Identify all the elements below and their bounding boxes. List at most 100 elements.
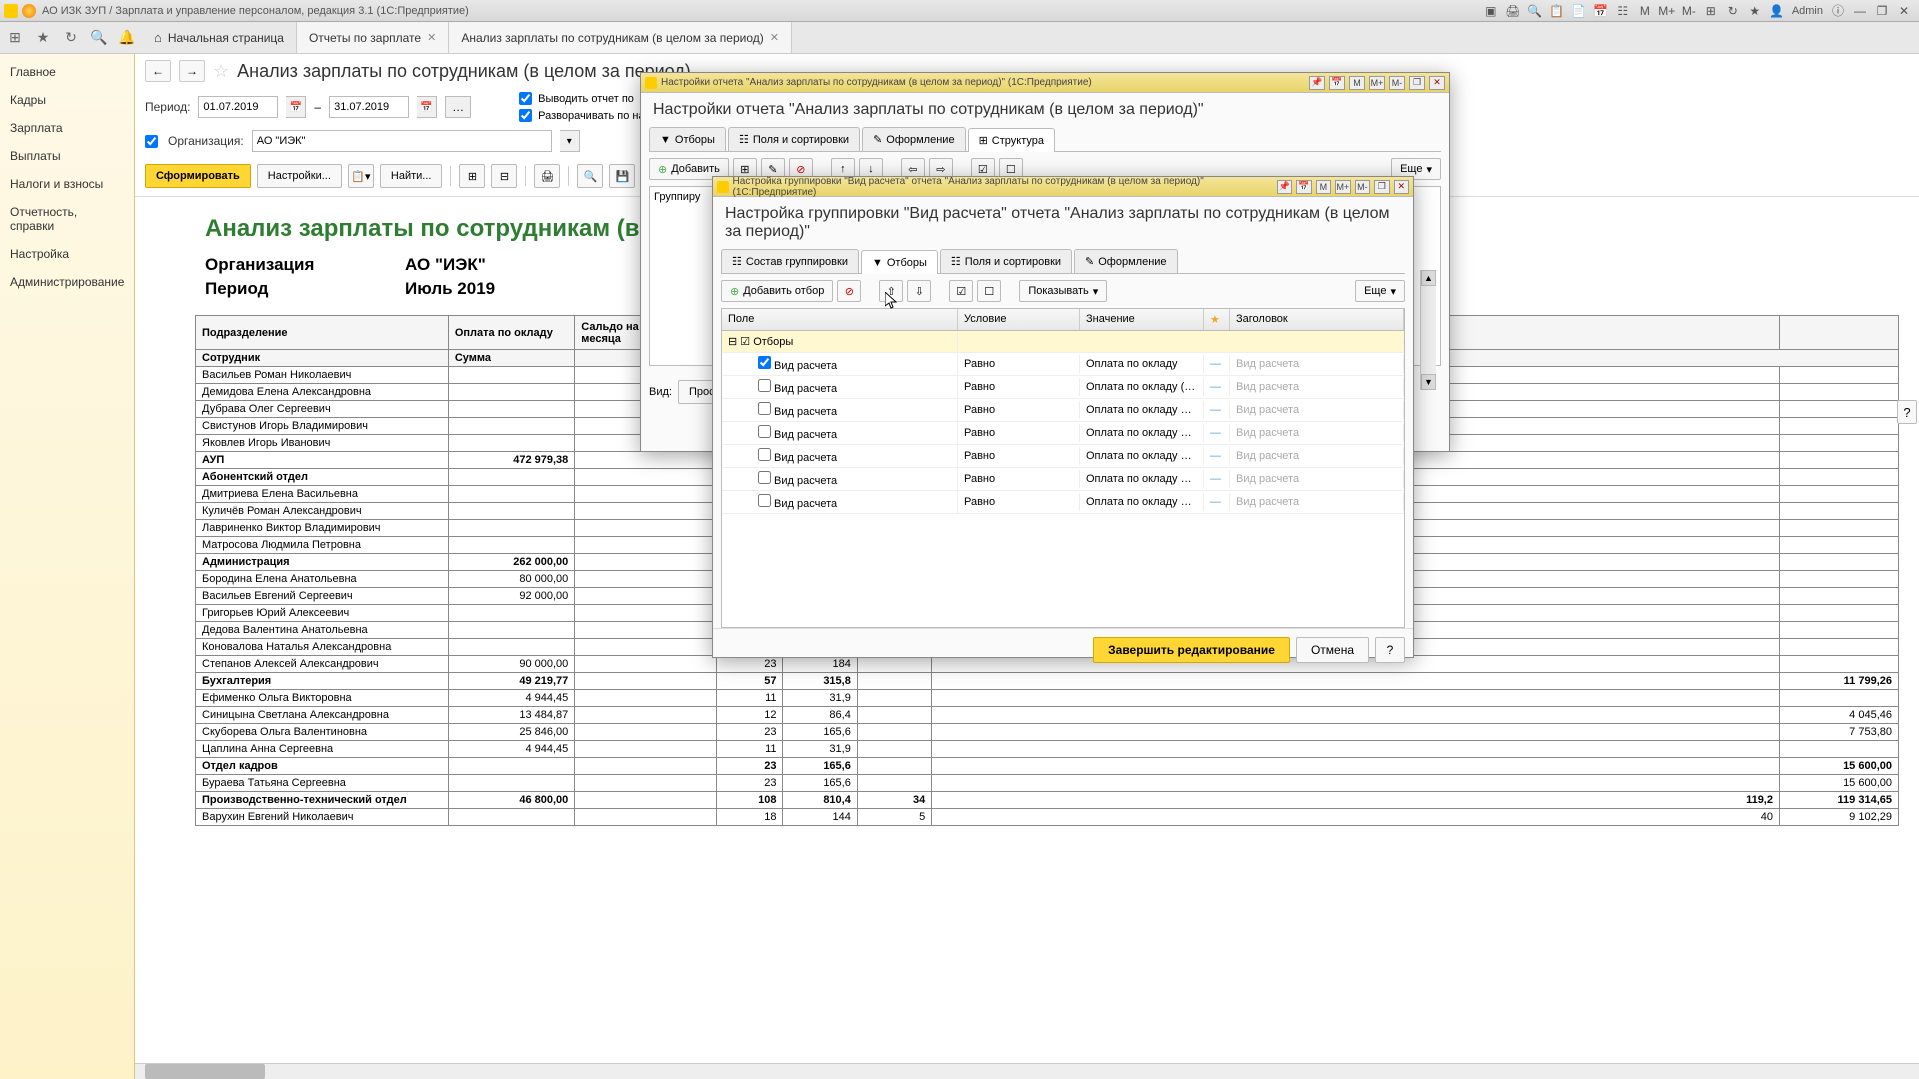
back-button[interactable]: ← <box>145 60 171 82</box>
minimize-icon[interactable]: — <box>1851 2 1869 20</box>
pin-icon[interactable]: 📌 <box>1277 180 1292 194</box>
sidebar-item-main[interactable]: Главное <box>0 58 134 86</box>
close-icon[interactable]: ✕ <box>770 31 779 44</box>
preview-icon[interactable]: 🔍 <box>577 164 603 188</box>
filter-checkbox[interactable] <box>758 379 771 392</box>
tree-node[interactable]: Группиру <box>654 191 700 203</box>
form-button[interactable]: Сформировать <box>145 164 251 188</box>
date-to-input[interactable] <box>329 96 409 118</box>
sidebar-item-zarplata[interactable]: Зарплата <box>0 114 134 142</box>
toolbar-icon[interactable]: 📄 <box>1570 2 1588 20</box>
close-icon[interactable]: ✕ <box>427 31 436 44</box>
finish-button[interactable]: Завершить редактирование <box>1093 637 1290 663</box>
m-button[interactable]: M <box>1349 76 1365 90</box>
user-icon[interactable]: 👤 <box>1768 2 1786 20</box>
toolbar-icon[interactable]: 🖨 <box>1504 2 1522 20</box>
add-filter-button[interactable]: ⊕Добавить отбор <box>721 280 833 302</box>
print-icon[interactable]: 🖨 <box>534 164 560 188</box>
close-icon[interactable]: ✕ <box>1394 180 1409 194</box>
filter-checkbox[interactable] <box>758 471 771 484</box>
collapse-all-icon[interactable]: ⊟ <box>491 164 517 188</box>
org-select[interactable] <box>252 130 552 152</box>
horizontal-scrollbar[interactable] <box>135 1063 1919 1079</box>
forward-button[interactable]: → <box>179 60 205 82</box>
bell-icon[interactable]: 🔔 <box>118 29 136 47</box>
tab-reports[interactable]: Отчеты по зарплате ✕ <box>297 22 449 53</box>
settings-button[interactable]: Настройки... <box>257 164 342 188</box>
sidebar-item-admin[interactable]: Администрирование <box>0 268 134 296</box>
delete-icon[interactable]: ⊘ <box>837 280 861 302</box>
toolbar-icon[interactable]: 📅 <box>1592 2 1610 20</box>
favorite-star-icon[interactable]: ☆ <box>213 61 229 82</box>
calendar-icon[interactable]: 📅 <box>286 96 306 118</box>
filter-row[interactable]: Вид расчетаРавноОплата по окладу—Вид рас… <box>722 353 1404 376</box>
tab-composition[interactable]: ☷Состав группировки <box>721 249 859 273</box>
sidebar-item-nastroyka[interactable]: Настройка <box>0 240 134 268</box>
filter-root-row[interactable]: ⊟ ☑ Отборы <box>722 331 1404 353</box>
toolbar-icon[interactable]: ☷ <box>1614 2 1632 20</box>
check-icon[interactable]: ☑ <box>949 280 973 302</box>
tab-home[interactable]: ⌂ Начальная страница <box>142 22 297 53</box>
toolbar-icon[interactable]: ▣ <box>1482 2 1500 20</box>
help-button[interactable]: ? <box>1897 400 1917 424</box>
help-button[interactable]: ? <box>1375 637 1405 663</box>
filter-checkbox[interactable] <box>758 402 771 415</box>
check-expand[interactable] <box>519 109 532 122</box>
toolbar-icon[interactable]: 📋 <box>1548 2 1566 20</box>
close-icon[interactable]: ✕ <box>1895 2 1913 20</box>
vertical-scrollbar[interactable]: ▲ ▼ <box>1420 270 1436 390</box>
mp-button[interactable]: M+ <box>1335 180 1350 194</box>
search-icon[interactable]: 🔍 <box>90 29 108 47</box>
filter-row[interactable]: Вид расчетаРавноОплата по окладу на 0…—В… <box>722 399 1404 422</box>
tab-fields[interactable]: ☷Поля и сортировки <box>728 127 860 151</box>
pin-icon[interactable]: 📌 <box>1309 76 1325 90</box>
down-icon[interactable]: ⇩ <box>907 280 931 302</box>
mp-button[interactable]: M+ <box>1369 76 1385 90</box>
date-from-input[interactable] <box>198 96 278 118</box>
toolbar-icon[interactable]: ⊞ <box>1702 2 1720 20</box>
period-select-button[interactable]: … <box>445 96 471 118</box>
uncheck-icon[interactable]: ☐ <box>977 280 1001 302</box>
scroll-up-icon[interactable]: ▲ <box>1421 270 1436 286</box>
maximize-icon[interactable]: ❐ <box>1409 76 1425 90</box>
mm-button[interactable]: M- <box>1355 180 1370 194</box>
filter-checkbox[interactable] <box>758 494 771 507</box>
calendar-icon[interactable]: 📅 <box>417 96 437 118</box>
variant-button[interactable]: 📋▾ <box>348 164 374 188</box>
tab-format[interactable]: ✎Оформление <box>1074 249 1178 273</box>
filter-checkbox[interactable] <box>758 448 771 461</box>
filter-checkbox[interactable] <box>758 356 771 369</box>
save-icon[interactable]: 💾 <box>609 164 635 188</box>
toolbar-text[interactable]: M- <box>1680 2 1698 20</box>
tab-structure[interactable]: ⊞Структура <box>968 128 1055 152</box>
filter-row[interactable]: Вид расчетаРавноОплата по окладу на 0…—В… <box>722 468 1404 491</box>
find-button[interactable]: Найти... <box>380 164 443 188</box>
star-icon[interactable]: ★ <box>34 29 52 47</box>
sidebar-item-otchet[interactable]: Отчетность, справки <box>0 198 134 240</box>
dropdown-icon[interactable]: ▾ <box>560 130 580 152</box>
filter-row[interactable]: Вид расчетаРавноОплата по окладу на 0…—В… <box>722 491 1404 514</box>
maximize-icon[interactable]: ❐ <box>1873 2 1891 20</box>
expand-all-icon[interactable]: ⊞ <box>459 164 485 188</box>
apps-grid-icon[interactable]: ⊞ <box>6 29 24 47</box>
favorites-icon[interactable]: ★ <box>1746 2 1764 20</box>
sidebar-item-vyplaty[interactable]: Выплаты <box>0 142 134 170</box>
history-icon[interactable]: ↻ <box>62 29 80 47</box>
maximize-icon[interactable]: ❐ <box>1374 180 1389 194</box>
tab-otbory[interactable]: ▼Отборы <box>649 127 726 151</box>
tab-fields[interactable]: ☷Поля и сортировки <box>940 249 1072 273</box>
toolbar-text[interactable]: M+ <box>1658 2 1676 20</box>
up-icon[interactable]: ⇧ <box>879 280 903 302</box>
filter-row[interactable]: Вид расчетаРавноОплата по окладу (по …—В… <box>722 376 1404 399</box>
check-output[interactable] <box>519 92 532 105</box>
filter-checkbox[interactable] <box>758 425 771 438</box>
m-button[interactable]: M <box>1316 180 1331 194</box>
tab-otbory[interactable]: ▼Отборы <box>861 250 938 274</box>
info-icon[interactable]: ⓘ <box>1829 2 1847 20</box>
show-button[interactable]: Показывать ▾ <box>1019 280 1107 302</box>
calc-icon[interactable]: 📅 <box>1329 76 1345 90</box>
toolbar-text[interactable]: M <box>1636 2 1654 20</box>
mm-button[interactable]: M- <box>1389 76 1405 90</box>
tab-format[interactable]: ✎Оформление <box>862 127 966 151</box>
org-checkbox[interactable] <box>145 135 158 148</box>
